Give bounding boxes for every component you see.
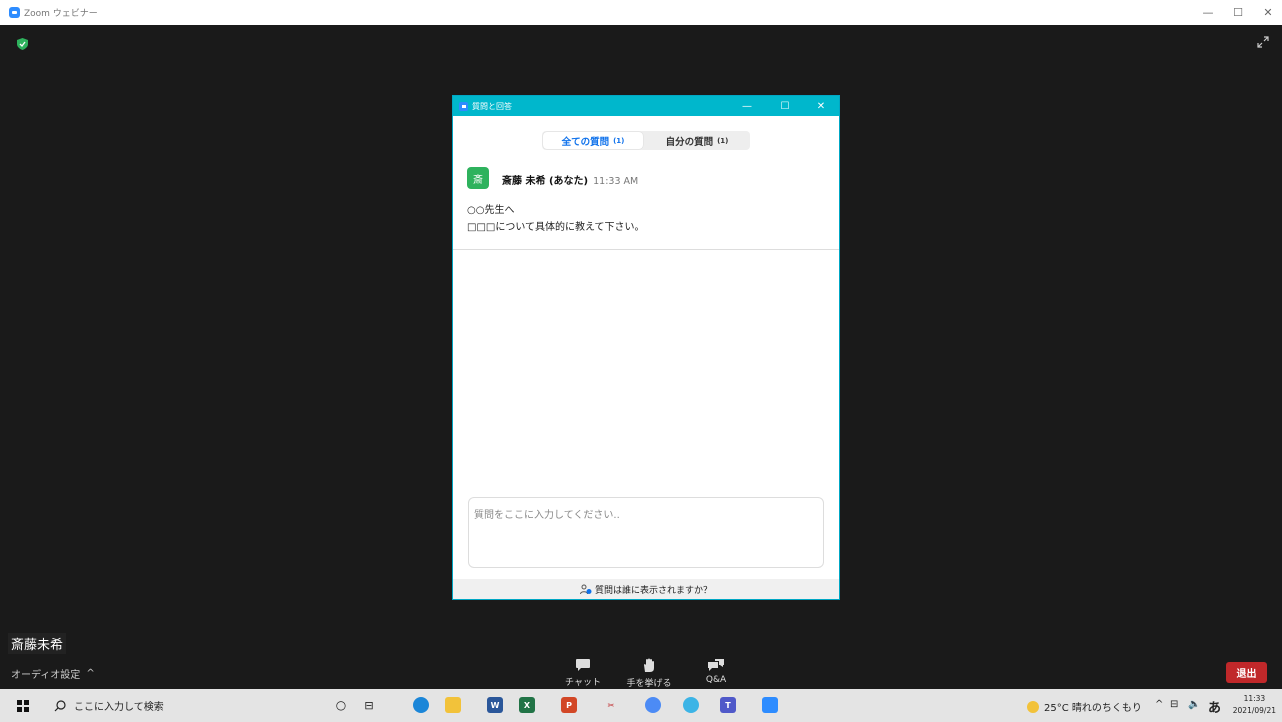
powerpoint-icon[interactable]: P — [561, 697, 577, 713]
search-placeholder: ここに入力して検索 — [74, 702, 164, 713]
chat-icon — [576, 659, 590, 671]
weather-text: 25°C 晴れのちくもり — [1044, 703, 1142, 714]
leave-button[interactable]: 退出 — [1226, 662, 1267, 683]
fullscreen-icon[interactable] — [1256, 35, 1270, 49]
volume-icon[interactable]: 🔈 — [1188, 699, 1200, 710]
encryption-shield-icon[interactable] — [17, 38, 28, 50]
raise-hand-button[interactable]: 手を挙げる — [619, 657, 679, 689]
zoom-app-icon — [459, 101, 468, 111]
zoom-taskbar-icon[interactable] — [762, 697, 778, 713]
question-header: 斎藤 未希 (あなた) 11:33 AM — [502, 172, 638, 187]
weather-widget[interactable]: 25°C 晴れのちくもり — [1027, 699, 1142, 714]
chrome-icon[interactable] — [645, 697, 661, 713]
question-input-box[interactable] — [468, 497, 824, 568]
raise-hand-label: 手を挙げる — [626, 679, 672, 689]
participant-name-label: 斎藤未希 — [8, 633, 67, 654]
raise-hand-icon — [644, 658, 654, 672]
taskbar-clock[interactable]: 11:33 2021/09/21 — [1233, 693, 1276, 717]
cortana-icon[interactable]: ○ — [333, 697, 349, 713]
weather-icon — [1027, 700, 1039, 713]
network-icon[interactable]: ⊟ — [1170, 699, 1178, 710]
question-line: □□□について具体的に教えて下さい。 — [467, 222, 645, 233]
question-author: 斎藤 未希 (あなた) — [502, 176, 589, 187]
teams-icon[interactable]: T — [720, 697, 736, 713]
qa-button[interactable]: Q&A — [686, 657, 746, 685]
chat-label: チャット — [565, 678, 601, 688]
qa-close-button[interactable]: ✕ — [807, 96, 835, 116]
question-input[interactable] — [469, 498, 823, 567]
chevron-up-icon: ^ — [86, 668, 95, 679]
window-title: Zoom ウェビナー — [24, 9, 98, 19]
internet-explorer-icon[interactable] — [683, 697, 699, 713]
window-titlebar: Zoom ウェビナー — ☐ ✕ — [0, 0, 1282, 25]
tab-my-questions[interactable]: 自分の質問 (1) — [645, 132, 749, 149]
tab-count: (1) — [717, 136, 729, 145]
question-line: ○○先生へ — [467, 205, 515, 216]
task-view-icon[interactable]: ⊟ — [361, 697, 377, 713]
qa-title: 質問と回答 — [472, 101, 512, 111]
qa-tabs: 全ての質問 (1) 自分の質問 (1) — [542, 131, 750, 150]
excel-icon[interactable]: X — [519, 697, 535, 713]
avatar: 斎 — [467, 167, 489, 189]
qa-label: Q&A — [705, 675, 727, 685]
audio-settings-label: オーディオ設定 — [11, 670, 81, 681]
clock-time: 11:33 — [1243, 694, 1266, 703]
question-body: ○○先生へ □□□について具体的に教えて下さい。 — [467, 202, 645, 236]
divider — [453, 249, 839, 250]
tab-label: 全ての質問 — [561, 136, 610, 148]
qa-minimize-button[interactable]: — — [733, 96, 761, 116]
edge-icon[interactable] — [413, 697, 429, 713]
qa-maximize-button[interactable]: ☐ — [771, 96, 799, 116]
audio-settings-button[interactable]: オーディオ設定 ^ — [11, 666, 95, 681]
tab-count: (1) — [613, 136, 625, 145]
tab-label: 自分の質問 — [665, 136, 714, 148]
file-explorer-icon[interactable] — [445, 697, 461, 713]
windows-taskbar: ここに入力して検索 ○ ⊟ W X P ✂ T 25°C 晴れのちくもり ^ ⊟… — [0, 689, 1282, 722]
qa-icon — [708, 659, 724, 671]
clock-date: 2021/09/21 — [1232, 706, 1276, 715]
visibility-info-link[interactable]: 質問は誰に表示されますか？ — [453, 579, 839, 599]
qa-dialog: 質問と回答 — ☐ ✕ 全ての質問 (1) 自分の質問 (1) 斎 斎藤 未希 … — [452, 95, 840, 600]
chevron-up-icon[interactable]: ^ — [1155, 699, 1163, 710]
taskbar-search[interactable]: ここに入力して検索 — [54, 698, 164, 713]
close-button[interactable]: ✕ — [1250, 0, 1282, 25]
windows-start-icon[interactable] — [17, 700, 29, 712]
zoom-app-icon — [9, 7, 20, 18]
visibility-note: 質問は誰に表示されますか？ — [594, 585, 712, 596]
chat-button[interactable]: チャット — [553, 657, 613, 688]
search-icon — [54, 699, 66, 711]
question-time: 11:33 AM — [593, 176, 639, 187]
tab-all-questions[interactable]: 全ての質問 (1) — [543, 132, 643, 149]
meeting-controls: オーディオ設定 ^ チャット 手を挙げる Q&A 退出 — [0, 657, 1282, 689]
meeting-area: 質問と回答 — ☐ ✕ 全ての質問 (1) 自分の質問 (1) 斎 斎藤 未希 … — [0, 25, 1282, 658]
people-visibility-icon — [579, 584, 592, 594]
word-icon[interactable]: W — [487, 697, 503, 713]
ime-indicator[interactable]: あ — [1208, 697, 1221, 716]
snipping-tool-icon[interactable]: ✂ — [603, 697, 619, 713]
qa-titlebar: 質問と回答 — ☐ ✕ — [453, 96, 839, 116]
